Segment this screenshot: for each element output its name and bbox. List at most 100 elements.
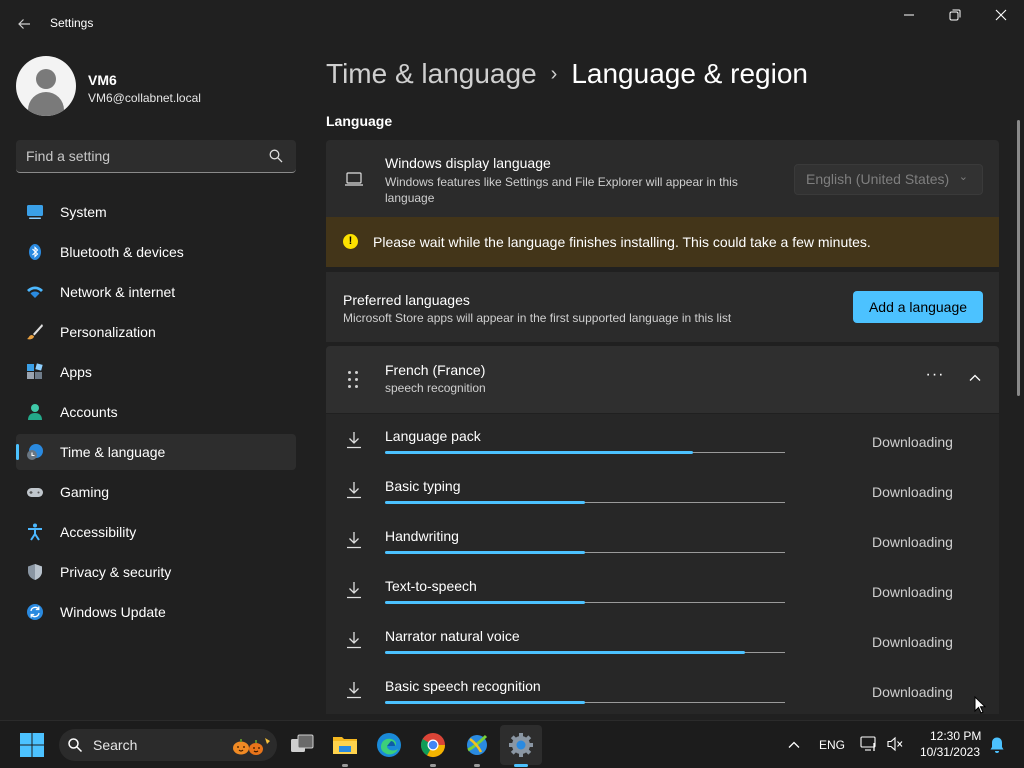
sidebar-item-label: Personalization — [60, 324, 156, 340]
sidebar-nav: System Bluetooth & devices Network & int… — [16, 194, 296, 634]
download-item-name: Handwriting — [385, 528, 459, 544]
sidebar-item-privacy[interactable]: Privacy & security — [16, 554, 296, 590]
download-progress-fill — [385, 651, 745, 654]
restore-button[interactable] — [937, 6, 973, 28]
add-language-button[interactable]: Add a language — [853, 291, 983, 323]
breadcrumb-parent[interactable]: Time & language — [326, 58, 537, 89]
time-language-icon — [27, 444, 43, 460]
chevron-up-icon[interactable] — [966, 368, 984, 388]
download-row: Handwriting Downloading — [326, 515, 999, 565]
clock-date[interactable]: 10/31/2023 — [906, 745, 980, 759]
sidebar-item-label: System — [60, 204, 107, 220]
sidebar-item-accessibility[interactable]: Accessibility — [16, 514, 296, 550]
display-language-title: Windows display language — [385, 155, 551, 171]
sidebar-item-bluetooth[interactable]: Bluetooth & devices — [16, 234, 296, 270]
language-item-french[interactable]: French (France) speech recognition ··· — [326, 346, 999, 413]
download-icon — [347, 432, 361, 449]
accounts-icon — [28, 404, 42, 420]
download-icon — [347, 482, 361, 499]
display-language-dropdown[interactable]: English (United States) ⌄ — [794, 164, 983, 195]
sidebar-item-accounts[interactable]: Accounts — [16, 394, 296, 430]
download-item-name: Basic typing — [385, 478, 461, 494]
sidebar-item-label: Apps — [60, 364, 92, 380]
download-progress-fill — [385, 451, 693, 454]
clock-time[interactable]: 12:30 PM — [930, 729, 981, 743]
edge-icon[interactable] — [374, 730, 404, 760]
accessibility-icon — [28, 523, 42, 541]
start-icon[interactable] — [17, 730, 47, 760]
restore-icon — [949, 9, 961, 21]
apps-icon — [27, 363, 43, 379]
download-icon — [347, 682, 361, 699]
network-app-icon[interactable] — [462, 730, 492, 760]
download-progress-fill — [385, 601, 585, 604]
title-bar: Settings — [0, 0, 1024, 48]
sidebar-item-windows-update[interactable]: Windows Update — [16, 594, 296, 630]
close-icon — [995, 9, 1007, 21]
settings-search[interactable] — [16, 140, 296, 173]
sidebar-item-label: Accounts — [60, 404, 118, 420]
more-options-button[interactable]: ··· — [924, 367, 946, 388]
close-button[interactable] — [983, 6, 1019, 28]
download-progress-fill — [385, 701, 585, 704]
sidebar-item-time-language[interactable]: Time & language — [16, 434, 296, 470]
taskbar-search[interactable]: Search — [59, 729, 277, 761]
task-view-icon[interactable] — [287, 730, 317, 760]
avatar — [16, 56, 76, 116]
scrollbar[interactable] — [1017, 120, 1020, 396]
chevron-up-icon[interactable] — [786, 737, 802, 753]
back-button[interactable] — [12, 12, 36, 36]
update-icon — [27, 604, 43, 620]
halloween-pumpkin-icon — [233, 738, 270, 755]
download-progress-bar — [385, 601, 785, 604]
download-status: Downloading — [872, 634, 953, 650]
chrome-icon[interactable] — [418, 730, 448, 760]
sidebar-item-label: Time & language — [60, 444, 166, 460]
breadcrumb: Time & language › Language & region — [326, 58, 808, 90]
download-icon — [347, 582, 361, 599]
sidebar-item-apps[interactable]: Apps — [16, 354, 296, 390]
download-progress-bar — [385, 501, 785, 504]
section-title: Language — [326, 113, 393, 129]
running-indicator — [430, 764, 436, 767]
bluetooth-icon — [29, 244, 41, 260]
download-icon — [347, 532, 361, 549]
download-item-name: Narrator natural voice — [385, 628, 520, 644]
download-progress-bar — [385, 551, 785, 554]
user-name: VM6 — [88, 72, 117, 88]
settings-app-icon[interactable] — [506, 730, 536, 760]
preferred-languages-description: Microsoft Store apps will appear in the … — [343, 311, 732, 325]
breadcrumb-separator: › — [550, 63, 558, 85]
minimize-button[interactable] — [891, 6, 927, 28]
display-language-card: Windows display language Windows feature… — [326, 140, 999, 217]
sidebar-item-personalization[interactable]: Personalization — [16, 314, 296, 350]
sidebar-item-system[interactable]: System — [16, 194, 296, 230]
file-explorer-icon[interactable] — [330, 730, 360, 760]
active-app-indicator — [514, 764, 528, 767]
drag-handle-icon[interactable] — [348, 371, 360, 388]
download-row: Text-to-speech Downloading — [326, 565, 999, 615]
sidebar-item-label: Accessibility — [60, 524, 137, 540]
volume-muted-icon[interactable] — [886, 736, 904, 752]
search-icon[interactable] — [268, 148, 284, 164]
sidebar-item-label: Windows Update — [60, 604, 166, 620]
search-input[interactable] — [26, 140, 266, 172]
download-progress-bar — [385, 701, 785, 704]
user-email: VM6@collabnet.local — [88, 91, 201, 105]
download-progress-bar — [385, 651, 785, 654]
download-status: Downloading — [872, 484, 953, 500]
input-language-indicator[interactable]: ENG — [819, 738, 845, 752]
notification-bell-icon[interactable] — [988, 736, 1006, 754]
sidebar-item-gaming[interactable]: Gaming — [16, 474, 296, 510]
display-language-value: English (United States) — [806, 171, 950, 187]
back-arrow-icon — [18, 19, 30, 29]
download-row: Language pack Downloading — [326, 415, 999, 465]
download-status: Downloading — [872, 534, 953, 550]
language-name: French (France) — [385, 362, 486, 378]
download-status: Downloading — [872, 684, 953, 700]
sidebar-item-network[interactable]: Network & internet — [16, 274, 296, 310]
network-status-icon[interactable] — [860, 736, 878, 752]
sidebar-item-label: Network & internet — [60, 284, 176, 300]
download-icon — [347, 632, 361, 649]
page-title: Language & region — [571, 58, 808, 89]
